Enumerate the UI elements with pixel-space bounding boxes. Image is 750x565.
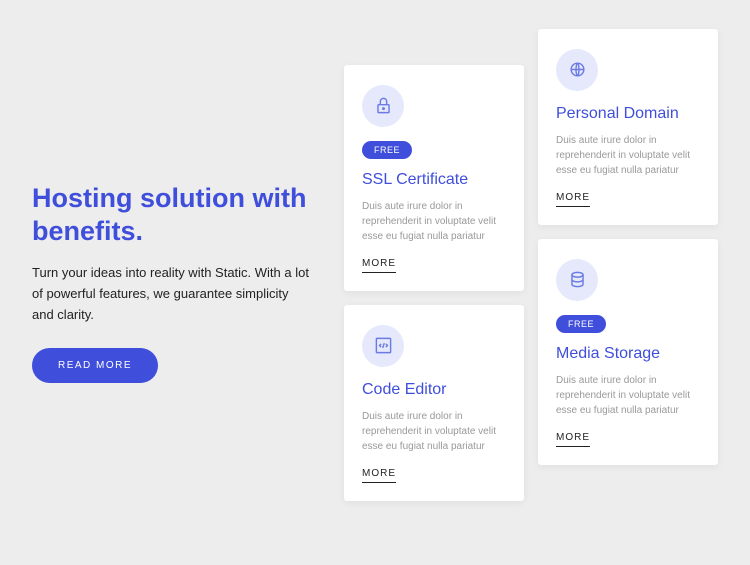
database-icon (556, 259, 598, 301)
card-media-storage: FREE Media Storage Duis aute irure dolor… (538, 239, 718, 465)
more-link[interactable]: MORE (556, 432, 590, 447)
hero-subtext: Turn your ideas into reality with Static… (32, 263, 312, 325)
card-desc: Duis aute irure dolor in reprehenderit i… (556, 373, 700, 418)
globe-icon (556, 49, 598, 91)
card-code-editor: Code Editor Duis aute irure dolor in rep… (344, 305, 524, 501)
hero-section: Hosting solution with benefits. Turn you… (32, 182, 312, 382)
card-desc: Duis aute irure dolor in reprehenderit i… (362, 199, 506, 244)
card-title: Personal Domain (556, 105, 679, 123)
card-personal-domain: Personal Domain Duis aute irure dolor in… (538, 29, 718, 225)
more-link[interactable]: MORE (362, 258, 396, 273)
card-title: SSL Certificate (362, 171, 468, 189)
card-title: Media Storage (556, 345, 660, 363)
code-icon (362, 325, 404, 367)
more-link[interactable]: MORE (556, 192, 590, 207)
free-badge: FREE (556, 315, 606, 333)
more-link[interactable]: MORE (362, 468, 396, 483)
card-desc: Duis aute irure dolor in reprehenderit i… (556, 133, 700, 178)
card-desc: Duis aute irure dolor in reprehenderit i… (362, 409, 506, 454)
read-more-button[interactable]: READ MORE (32, 348, 158, 383)
cards-grid: FREE SSL Certificate Duis aute irure dol… (344, 65, 718, 501)
hero-heading: Hosting solution with benefits. (32, 182, 312, 247)
free-badge: FREE (362, 141, 412, 159)
card-ssl: FREE SSL Certificate Duis aute irure dol… (344, 65, 524, 291)
card-title: Code Editor (362, 381, 447, 399)
lock-icon (362, 85, 404, 127)
